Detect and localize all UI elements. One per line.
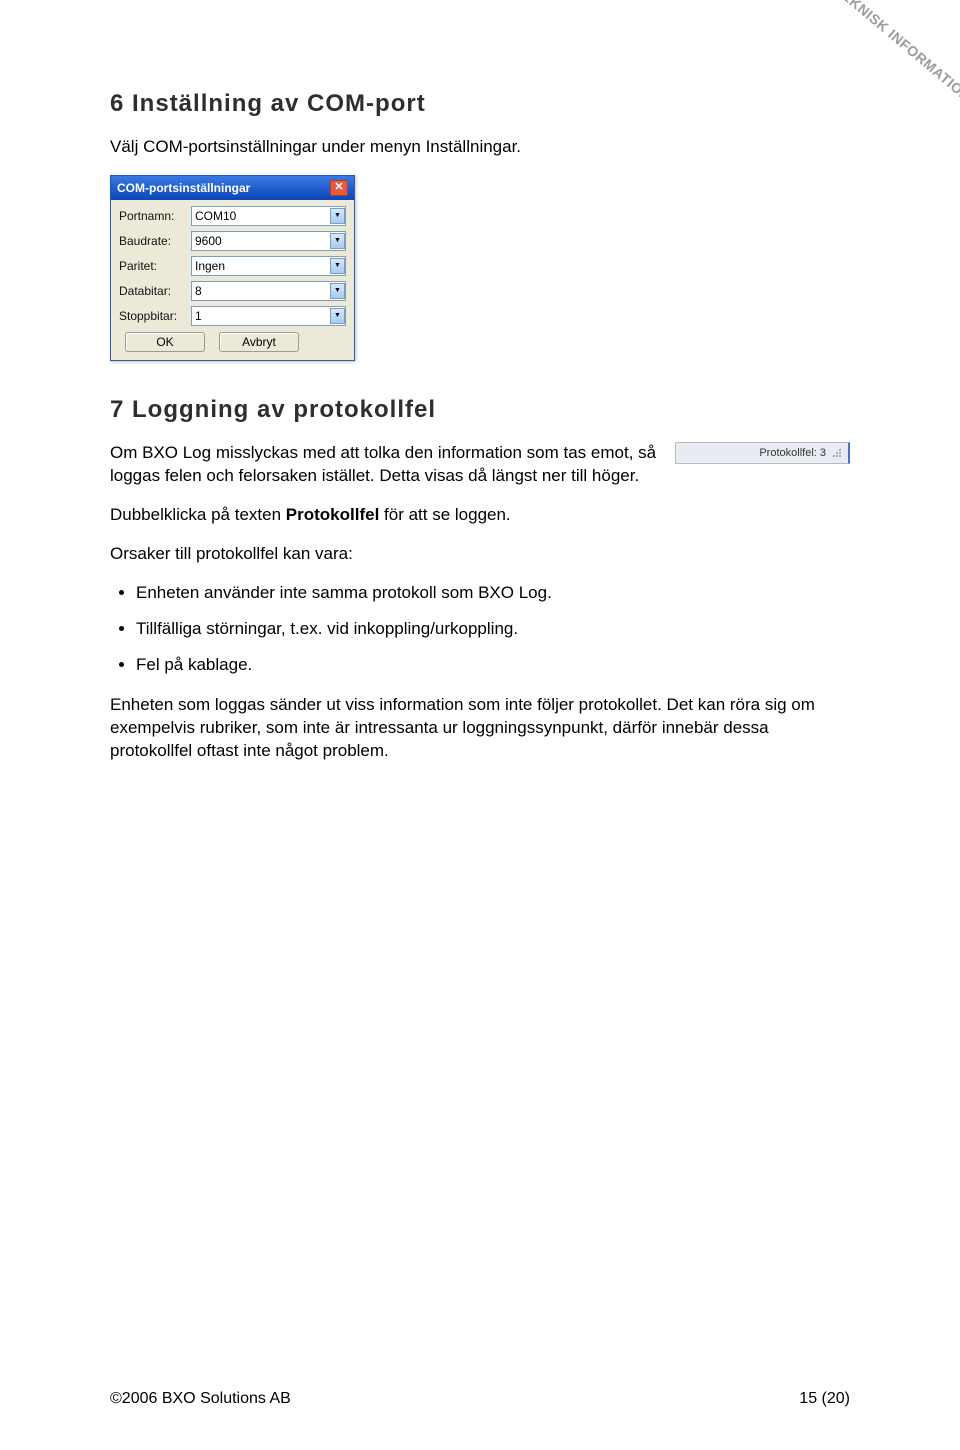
- section-7-p2: Dubbelklicka på texten Protokollfel för …: [110, 504, 850, 527]
- paritet-label: Paritet:: [119, 259, 191, 273]
- protokollfel-statusbar: Protokollfel: 3: [675, 442, 850, 464]
- chevron-down-icon: ▼: [330, 208, 345, 224]
- page-footer: ©2006 BXO Solutions AB 15 (20): [110, 1390, 850, 1408]
- paritet-value: Ingen: [195, 259, 225, 273]
- close-icon[interactable]: ✕: [330, 180, 348, 196]
- protokollfel-causes-list: Enheten använder inte samma protokoll so…: [136, 582, 850, 676]
- list-item: Fel på kablage.: [136, 654, 850, 676]
- footer-copyright: ©2006 BXO Solutions AB: [110, 1390, 291, 1408]
- baudrate-select[interactable]: 9600 ▼: [191, 231, 346, 251]
- section-7-p3: Orsaker till protokollfel kan vara:: [110, 543, 850, 566]
- resize-grip-icon: [832, 448, 842, 458]
- stoppbitar-value: 1: [195, 309, 202, 323]
- chevron-down-icon: ▼: [330, 308, 345, 324]
- portnamn-select[interactable]: COM10 ▼: [191, 206, 346, 226]
- dialog-title-text: COM-portsinställningar: [117, 181, 250, 195]
- chevron-down-icon: ▼: [330, 233, 345, 249]
- stoppbitar-select[interactable]: 1 ▼: [191, 306, 346, 326]
- databitar-label: Databitar:: [119, 284, 191, 298]
- protokollfel-status-text: Protokollfel: 3: [759, 447, 826, 459]
- p2-bold: Protokollfel: [286, 505, 380, 524]
- section-7-heading: 7 Loggning av protokollfel: [110, 396, 850, 424]
- p2-pre: Dubbelklicka på texten: [110, 505, 286, 524]
- paritet-select[interactable]: Ingen ▼: [191, 256, 346, 276]
- baudrate-value: 9600: [195, 234, 222, 248]
- databitar-value: 8: [195, 284, 202, 298]
- baudrate-label: Baudrate:: [119, 234, 191, 248]
- chevron-down-icon: ▼: [330, 258, 345, 274]
- p2-post: för att se loggen.: [379, 505, 510, 524]
- com-port-settings-dialog: COM-portsinställningar ✕ Portnamn: COM10…: [110, 175, 355, 361]
- section-6-heading: 6 Inställning av COM-port: [110, 90, 850, 118]
- list-item: Enheten använder inte samma protokoll so…: [136, 582, 850, 604]
- section-7-p4: Enheten som loggas sänder ut viss inform…: [110, 694, 850, 763]
- databitar-select[interactable]: 8 ▼: [191, 281, 346, 301]
- dialog-titlebar: COM-portsinställningar ✕: [111, 176, 354, 200]
- list-item: Tillfälliga störningar, t.ex. vid inkopp…: [136, 618, 850, 640]
- section-6-intro: Välj COM-portsinställningar under menyn …: [110, 136, 850, 159]
- cancel-button[interactable]: Avbryt: [219, 332, 299, 352]
- portnamn-value: COM10: [195, 209, 236, 223]
- watermark-text: TEKNISK INFORMATION: [832, 0, 960, 105]
- ok-button[interactable]: OK: [125, 332, 205, 352]
- footer-page-number: 15 (20): [799, 1390, 850, 1408]
- stoppbitar-label: Stoppbitar:: [119, 309, 191, 323]
- chevron-down-icon: ▼: [330, 283, 345, 299]
- portnamn-label: Portnamn:: [119, 209, 191, 223]
